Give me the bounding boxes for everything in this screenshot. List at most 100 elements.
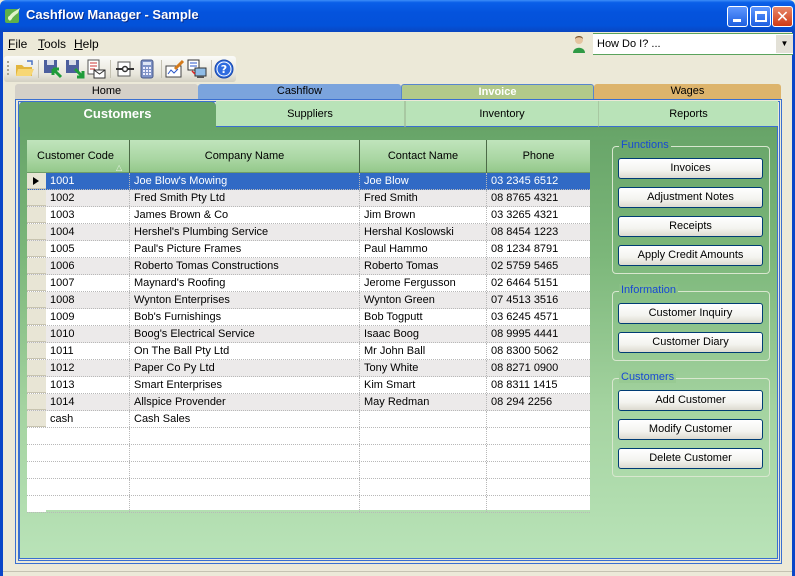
cell-contact-name[interactable] [360,479,487,495]
table-row[interactable]: 1009 Bob's Furnishings Bob Togputt 03 6245 … [27,309,590,326]
cell-phone[interactable]: 02 5759 5465 [487,258,590,274]
row-selector[interactable] [27,258,46,274]
open-folder-icon[interactable] [15,59,35,79]
cell-phone[interactable]: 08 294 2256 [487,394,590,410]
cell-phone[interactable] [487,428,590,444]
row-selector[interactable] [27,292,46,308]
cell-phone[interactable]: 03 3265 4321 [487,207,590,223]
cell-contact-name[interactable]: Fred Smith [360,190,487,206]
tab-home[interactable]: Home [15,84,198,99]
cell-company-name[interactable]: Roberto Tomas Constructions [130,258,360,274]
cell-customer-code[interactable] [46,462,130,478]
settings-tools-icon[interactable] [115,59,135,79]
cell-company-name[interactable]: On The Ball Pty Ltd [130,343,360,359]
cell-company-name[interactable] [130,428,360,444]
cell-contact-name[interactable] [360,428,487,444]
cell-contact-name[interactable]: Tony White [360,360,487,376]
table-row[interactable]: 1012 Paper Co Py Ltd Tony White 08 8271 090… [27,360,590,377]
how-do-i-dropdown[interactable]: How Do I? ... ▼ [593,33,793,55]
row-selector[interactable] [27,309,46,325]
cell-phone[interactable] [487,479,590,495]
toolbar-grip[interactable] [7,61,9,77]
row-selector[interactable] [27,411,46,427]
row-selector[interactable] [27,275,46,291]
cell-customer-code[interactable]: 1003 [46,207,130,223]
cell-company-name[interactable]: Paper Co Py Ltd [130,360,360,376]
table-row[interactable]: 1014 Allspice Provender May Redman 08 294 2… [27,394,590,411]
close-button[interactable]: ✕ [772,6,793,27]
cell-company-name[interactable]: Boog's Electrical Service [130,326,360,342]
cell-contact-name[interactable]: Jim Brown [360,207,487,223]
cell-phone[interactable]: 08 8454 1223 [487,224,590,240]
subtab-suppliers[interactable]: Suppliers [216,101,405,127]
maximize-button[interactable] [750,6,771,27]
table-row[interactable]: 1013 Smart Enterprises Kim Smart 08 8311 14… [27,377,590,394]
cell-customer-code[interactable]: 1005 [46,241,130,257]
row-selector[interactable] [27,360,46,376]
cell-customer-code[interactable] [46,479,130,495]
tab-invoice[interactable]: Invoice [401,84,594,99]
subtab-customers[interactable]: Customers [19,101,216,127]
cell-customer-code[interactable]: 1014 [46,394,130,410]
cell-contact-name[interactable]: Jerome Fergusson [360,275,487,291]
cell-company-name[interactable] [130,445,360,461]
cell-company-name[interactable]: Paul's Picture Frames [130,241,360,257]
row-selector[interactable] [27,224,46,240]
invoices-button[interactable]: Invoices [618,158,763,179]
cell-customer-code[interactable]: cash [46,411,130,427]
table-row[interactable]: 1003 James Brown & Co Jim Brown 03 3265 432… [27,207,590,224]
cell-phone[interactable] [487,445,590,461]
cell-company-name[interactable]: Wynton Enterprises [130,292,360,308]
menu-help[interactable]: Help [74,37,99,51]
cell-customer-code[interactable] [46,428,130,444]
chevron-down-icon[interactable]: ▼ [776,35,793,53]
cell-company-name[interactable] [130,479,360,495]
cell-company-name[interactable]: James Brown & Co [130,207,360,223]
cell-customer-code[interactable]: 1004 [46,224,130,240]
email-report-icon[interactable] [86,59,106,79]
column-header-phone[interactable]: Phone [487,140,590,173]
column-header-contact-name[interactable]: Contact Name [360,140,487,173]
tab-cashflow[interactable]: Cashflow [198,84,401,99]
cell-company-name[interactable]: Cash Sales [130,411,360,427]
cell-company-name[interactable] [130,462,360,478]
cell-customer-code[interactable] [46,496,130,512]
modify-customer-button[interactable]: Modify Customer [618,419,763,440]
cell-phone[interactable] [487,496,590,512]
table-row[interactable]: 1006 Roberto Tomas Constructions Roberto T… [27,258,590,275]
cell-phone[interactable]: 08 8271 0900 [487,360,590,376]
edit-form-icon[interactable] [165,59,185,79]
cell-phone[interactable]: 08 9995 4441 [487,326,590,342]
empty-table-row[interactable] [27,428,590,445]
table-row[interactable]: cash Cash Sales [27,411,590,428]
row-selector[interactable] [27,326,46,342]
cell-customer-code[interactable]: 1013 [46,377,130,393]
empty-table-row[interactable] [27,462,590,479]
help-icon[interactable]: ? [214,59,234,79]
menu-tools[interactable]: Tools [38,37,66,51]
cell-contact-name[interactable]: Hershal Koslowski [360,224,487,240]
minimize-button[interactable] [727,6,748,27]
cell-customer-code[interactable] [46,445,130,461]
empty-table-row[interactable] [27,479,590,496]
cell-company-name[interactable]: Joe Blow's Mowing [130,173,360,189]
column-header-company-name[interactable]: Company Name [130,140,360,173]
cell-contact-name[interactable]: Mr John Ball [360,343,487,359]
cell-company-name[interactable]: Fred Smith Pty Ltd [130,190,360,206]
cell-contact-name[interactable]: Isaac Boog [360,326,487,342]
customer-inquiry-button[interactable]: Customer Inquiry [618,303,763,324]
cell-contact-name[interactable]: Joe Blow [360,173,487,189]
cell-company-name[interactable]: Bob's Furnishings [130,309,360,325]
cell-phone[interactable]: 08 1234 8791 [487,241,590,257]
table-row[interactable]: 1004 Hershel's Plumbing Service Hershal Ko… [27,224,590,241]
add-customer-button[interactable]: Add Customer [618,390,763,411]
cell-customer-code[interactable]: 1001 [46,173,130,189]
empty-table-row[interactable] [27,496,590,513]
cell-contact-name[interactable] [360,445,487,461]
cell-phone[interactable]: 03 2345 6512 [487,173,590,189]
subtab-inventory[interactable]: Inventory [405,101,599,127]
empty-table-row[interactable] [27,445,590,462]
tab-wages[interactable]: Wages [594,84,781,99]
cell-company-name[interactable]: Hershel's Plumbing Service [130,224,360,240]
title-bar[interactable]: Cashflow Manager - Sample ✕ [0,0,795,32]
